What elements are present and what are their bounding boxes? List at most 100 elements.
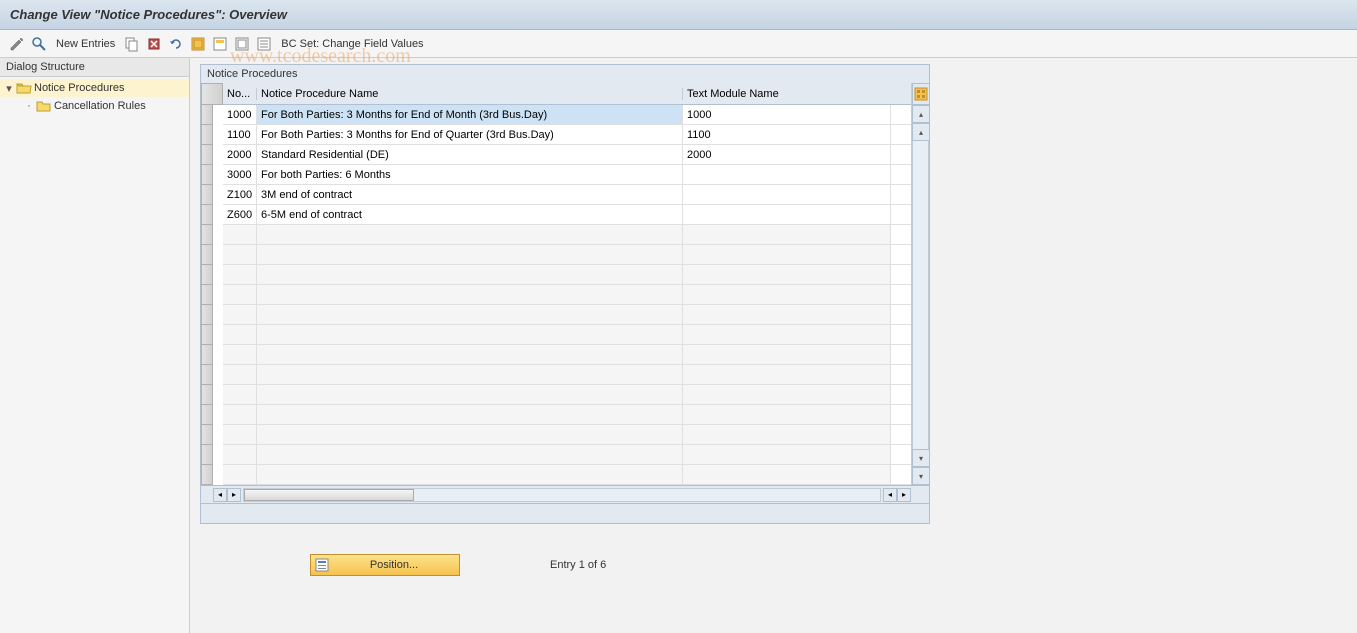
toggle-display-change-icon[interactable]	[8, 35, 26, 53]
cell-name[interactable]: Standard Residential (DE)	[257, 145, 683, 164]
cell-name[interactable]	[257, 245, 683, 264]
cell-text-module[interactable]	[683, 465, 891, 484]
cell-text-module[interactable]	[683, 205, 891, 224]
table-row[interactable]	[223, 305, 911, 325]
undo-change-icon[interactable]	[167, 35, 185, 53]
bc-set-button[interactable]: BC Set: Change Field Values	[277, 38, 427, 50]
scroll-track[interactable]	[912, 141, 929, 449]
scroll-down-icon[interactable]: ▾	[912, 449, 930, 467]
position-button[interactable]: Position...	[310, 554, 460, 576]
hscroll-thumb[interactable]	[244, 489, 414, 501]
cell-number[interactable]: 2000	[223, 145, 257, 164]
cell-name[interactable]	[257, 285, 683, 304]
cell-number[interactable]	[223, 405, 257, 424]
table-row[interactable]	[223, 225, 911, 245]
cell-text-module[interactable]: 1100	[683, 125, 891, 144]
cell-number[interactable]	[223, 345, 257, 364]
table-row[interactable]	[223, 445, 911, 465]
cell-number[interactable]	[223, 305, 257, 324]
hscroll-left-icon[interactable]: ◂	[213, 488, 227, 502]
cell-name[interactable]	[257, 405, 683, 424]
scroll-top-icon[interactable]: ▴	[912, 105, 930, 123]
table-row[interactable]: 1100For Both Parties: 3 Months for End o…	[223, 125, 911, 145]
cell-number[interactable]	[223, 285, 257, 304]
table-settings-icon[interactable]	[912, 83, 930, 105]
row-selector[interactable]	[201, 185, 213, 205]
deselect-all-icon[interactable]	[233, 35, 251, 53]
table-row[interactable]	[223, 345, 911, 365]
table-row[interactable]	[223, 245, 911, 265]
col-header-text-module[interactable]: Text Module Name	[683, 88, 891, 100]
hscroll-right2-icon[interactable]: ▸	[897, 488, 911, 502]
row-selector[interactable]	[201, 445, 213, 465]
cell-text-module[interactable]	[683, 165, 891, 184]
table-row[interactable]	[223, 285, 911, 305]
tree-item-cancellation-rules[interactable]: · Cancellation Rules	[0, 97, 189, 115]
copy-as-icon[interactable]	[123, 35, 141, 53]
cell-name[interactable]: 6-5M end of contract	[257, 205, 683, 224]
cell-text-module[interactable]	[683, 225, 891, 244]
new-entries-button[interactable]: New Entries	[52, 38, 119, 50]
row-selector[interactable]	[201, 225, 213, 245]
row-selector[interactable]	[201, 345, 213, 365]
cell-number[interactable]	[223, 465, 257, 484]
cell-number[interactable]: 3000	[223, 165, 257, 184]
cell-name[interactable]: For Both Parties: 3 Months for End of Qu…	[257, 125, 683, 144]
cell-text-module[interactable]	[683, 365, 891, 384]
row-selector[interactable]	[201, 425, 213, 445]
table-row[interactable]: Z1003M end of contract	[223, 185, 911, 205]
table-row[interactable]: Z6006-5M end of contract	[223, 205, 911, 225]
cell-name[interactable]	[257, 385, 683, 404]
row-selector[interactable]	[201, 165, 213, 185]
table-row[interactable]	[223, 425, 911, 445]
scroll-up-icon[interactable]: ▴	[912, 123, 930, 141]
cell-text-module[interactable]	[683, 245, 891, 264]
select-block-icon[interactable]	[211, 35, 229, 53]
table-row[interactable]	[223, 365, 911, 385]
row-selector[interactable]	[201, 105, 213, 125]
cell-number[interactable]: Z100	[223, 185, 257, 204]
select-all-icon[interactable]	[189, 35, 207, 53]
configuration-help-icon[interactable]	[255, 35, 273, 53]
hscroll-right-icon[interactable]: ◂	[883, 488, 897, 502]
cell-name[interactable]	[257, 425, 683, 444]
cell-number[interactable]: Z600	[223, 205, 257, 224]
tree-item-notice-procedures[interactable]: ▾ Notice Procedures	[0, 79, 189, 97]
cell-text-module[interactable]	[683, 345, 891, 364]
cell-name[interactable]	[257, 305, 683, 324]
cell-number[interactable]: 1100	[223, 125, 257, 144]
cell-number[interactable]	[223, 245, 257, 264]
cell-number[interactable]	[223, 445, 257, 464]
hscroll-track[interactable]	[243, 488, 881, 502]
row-selector[interactable]	[201, 405, 213, 425]
cell-text-module[interactable]	[683, 285, 891, 304]
cell-number[interactable]	[223, 225, 257, 244]
scroll-bottom-icon[interactable]: ▾	[912, 467, 930, 485]
table-row[interactable]	[223, 465, 911, 485]
row-selector[interactable]	[201, 125, 213, 145]
table-row[interactable]	[223, 265, 911, 285]
table-row[interactable]: 1000For Both Parties: 3 Months for End o…	[223, 105, 911, 125]
cell-name[interactable]: For both Parties: 6 Months	[257, 165, 683, 184]
cell-name[interactable]	[257, 465, 683, 484]
row-selector[interactable]	[201, 325, 213, 345]
row-selector[interactable]	[201, 365, 213, 385]
cell-text-module[interactable]	[683, 405, 891, 424]
cell-name[interactable]: For Both Parties: 3 Months for End of Mo…	[257, 105, 683, 124]
row-selector[interactable]	[201, 285, 213, 305]
cell-name[interactable]	[257, 325, 683, 344]
row-selector[interactable]	[201, 205, 213, 225]
cell-text-module[interactable]: 1000	[683, 105, 891, 124]
col-header-number[interactable]: No...	[223, 88, 257, 100]
cell-text-module[interactable]	[683, 385, 891, 404]
row-selector[interactable]	[201, 265, 213, 285]
table-row[interactable]	[223, 385, 911, 405]
tree-toggle-icon[interactable]: ▾	[4, 82, 14, 95]
cell-text-module[interactable]	[683, 425, 891, 444]
hscroll-left2-icon[interactable]: ▸	[227, 488, 241, 502]
table-row[interactable]: 3000For both Parties: 6 Months	[223, 165, 911, 185]
cell-name[interactable]	[257, 365, 683, 384]
other-entry-icon[interactable]	[30, 35, 48, 53]
cell-text-module[interactable]	[683, 445, 891, 464]
cell-name[interactable]: 3M end of contract	[257, 185, 683, 204]
